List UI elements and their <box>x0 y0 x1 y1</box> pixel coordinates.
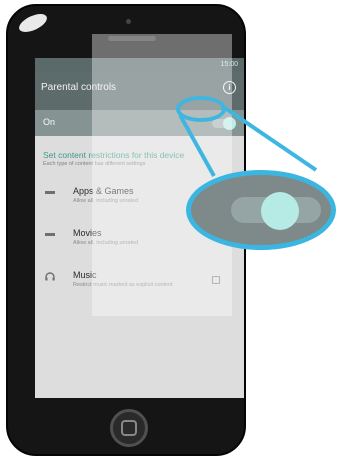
zoomed-toggle-knob <box>261 192 299 230</box>
zoomed-toggle-callout <box>186 170 336 250</box>
toggle-callout-ring <box>176 96 226 122</box>
